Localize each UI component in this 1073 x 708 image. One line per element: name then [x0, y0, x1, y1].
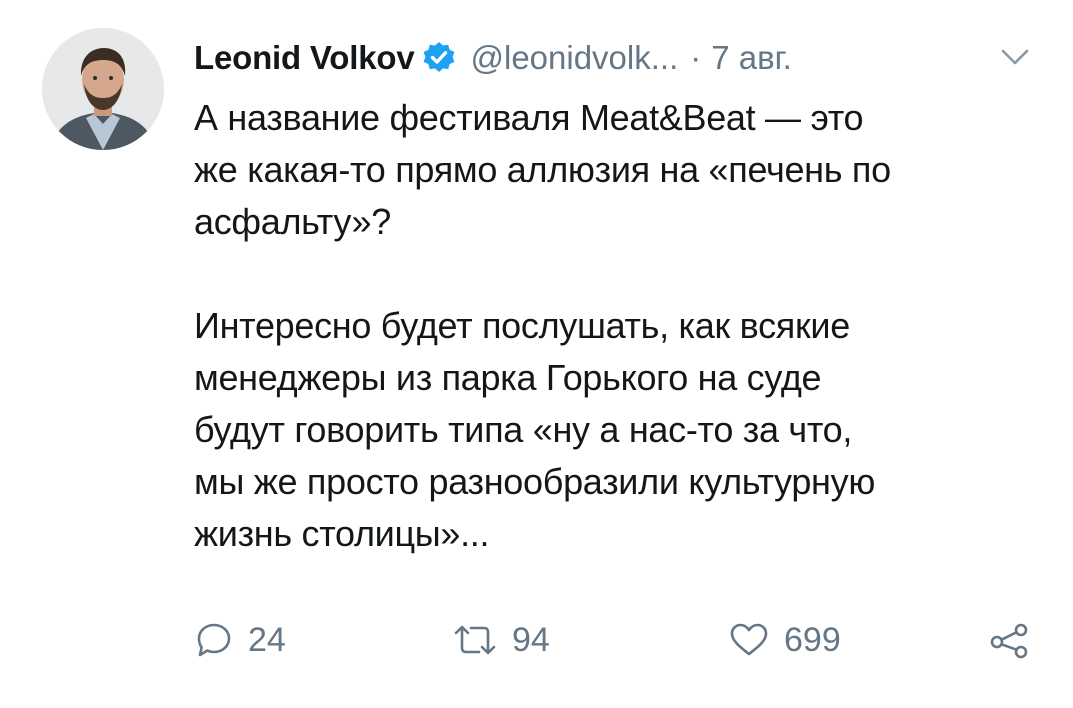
retweet-icon [452, 620, 498, 660]
reply-icon [194, 620, 234, 660]
tweet-text: А название фестиваля Meat&Beat — это же … [194, 97, 891, 554]
tweet-card: Leonid Volkov @leonidvolk... · 7 авг. А … [0, 0, 1073, 708]
reply-count: 24 [248, 620, 286, 659]
share-icon [988, 620, 1032, 660]
like-count: 699 [784, 620, 841, 659]
tweet-header: Leonid Volkov @leonidvolk... · 7 авг. [194, 30, 792, 86]
tweet-date[interactable]: 7 авг. [711, 39, 792, 77]
author-handle[interactable]: @leonidvolk... [470, 39, 678, 77]
author-name[interactable]: Leonid Volkov [194, 39, 415, 77]
tweet-actions: 24 94 699 [194, 612, 1044, 668]
avatar[interactable] [42, 28, 164, 150]
verified-badge-icon [422, 41, 456, 75]
chevron-down-icon[interactable] [1000, 46, 1030, 68]
like-button[interactable]: 699 [728, 612, 841, 668]
header-separator: · [690, 39, 702, 76]
retweet-count: 94 [512, 620, 550, 659]
reply-button[interactable]: 24 [194, 612, 286, 668]
heart-icon [728, 620, 770, 660]
retweet-button[interactable]: 94 [452, 612, 550, 668]
share-button[interactable] [988, 612, 1032, 668]
avatar-image [42, 28, 164, 150]
